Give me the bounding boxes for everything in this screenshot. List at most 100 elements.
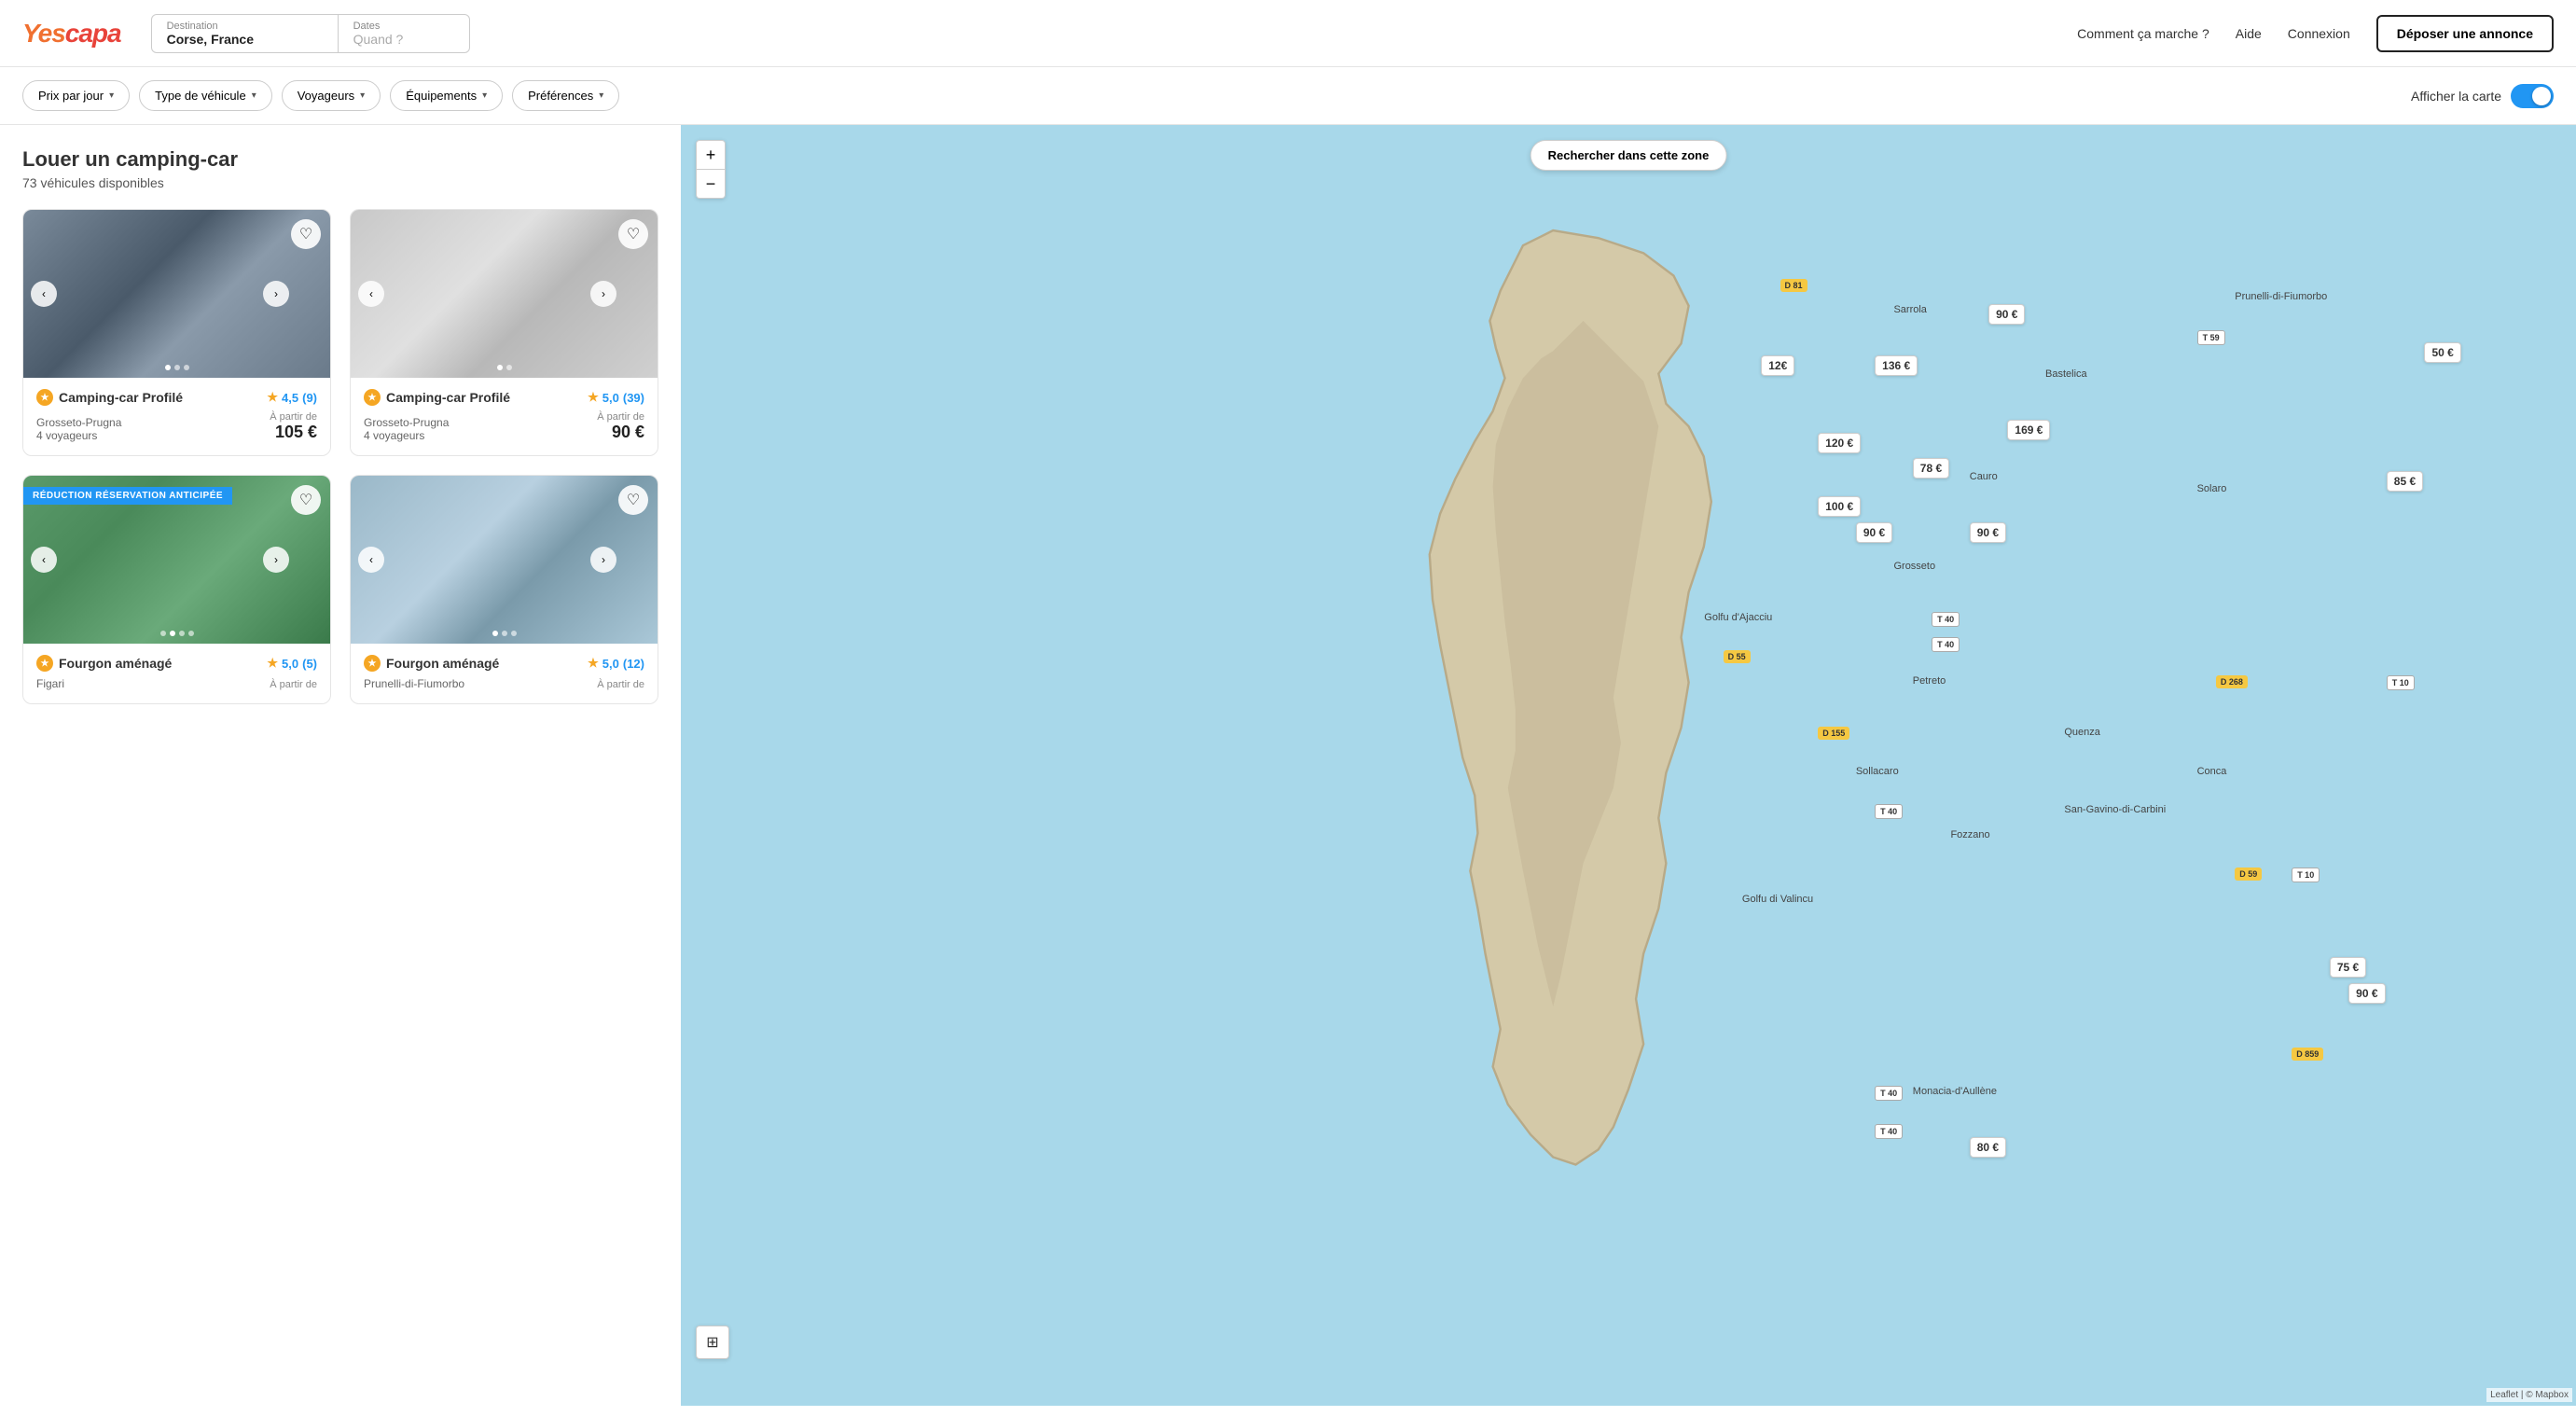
favorite-button[interactable]: ♡ (618, 485, 648, 515)
price-marker[interactable]: 85 € (2387, 471, 2423, 492)
map-area: + − Rechercher dans cette zone 50 € 85 € 9… (681, 125, 2576, 1406)
header: Yescapa Destination Corse, France Dates … (0, 0, 2576, 67)
dates-field[interactable]: Dates Quand ? (339, 15, 469, 52)
map-zoom-controls: + − (696, 140, 726, 199)
image-dot (184, 365, 189, 370)
preferences-filter-button[interactable]: Préférences ▾ (512, 80, 619, 111)
card-location: Prunelli-di-Fiumorbo (364, 677, 464, 690)
card-type: ★ Fourgon aménagé (364, 655, 499, 672)
how-it-works-link[interactable]: Comment ça marche ? (2077, 26, 2209, 41)
promo-badge: RÉDUCTION RÉSERVATION ANTICIPÉE (23, 487, 232, 505)
next-image-button[interactable]: › (263, 281, 289, 307)
next-image-button[interactable]: › (263, 547, 289, 573)
rating-value: 5,0 (282, 657, 298, 671)
price-marker[interactable]: 75 € (2330, 957, 2366, 978)
prev-image-button[interactable]: ‹ (358, 547, 384, 573)
map-toggle-switch[interactable] (2511, 84, 2554, 108)
vehicle-type-filter-button[interactable]: Type de véhicule ▾ (139, 80, 272, 111)
price-marker[interactable]: 78 € (1913, 458, 1949, 479)
help-link[interactable]: Aide (2236, 26, 2262, 41)
verified-icon: ★ (364, 389, 381, 406)
price-block: À partir de (597, 679, 644, 690)
price-marker[interactable]: 90 € (1856, 522, 1892, 543)
post-ad-button[interactable]: Déposer une annonce (2376, 15, 2554, 52)
price-marker[interactable]: 100 € (1818, 496, 1861, 517)
price-marker[interactable]: 120 € (1818, 433, 1861, 453)
price-block: À partir de (270, 679, 317, 690)
map-toggle: Afficher la carte (2411, 84, 2554, 108)
review-count: (39) (623, 391, 644, 405)
destination-value: Corse, France (167, 32, 323, 47)
favorite-button[interactable]: ♡ (618, 219, 648, 249)
price-filter-button[interactable]: Prix par jour ▾ (22, 80, 130, 111)
listing-card[interactable]: ‹ › ♡ ★ Fourgon aménagé ★ 5,0 (12) Prune… (350, 475, 658, 704)
map-layer-button[interactable]: ⊞ (696, 1326, 729, 1359)
card-footer: Figari À partir de (36, 677, 317, 690)
favorite-button[interactable]: ♡ (291, 219, 321, 249)
price-marker[interactable]: 80 € (1970, 1137, 2006, 1158)
prev-image-button[interactable]: ‹ (31, 281, 57, 307)
review-count: (9) (302, 391, 317, 405)
prev-image-button[interactable]: ‹ (31, 547, 57, 573)
price-marker[interactable]: 90 € (1988, 304, 2025, 325)
card-header-row: ★ Fourgon aménagé ★ 5,0 (12) (364, 655, 644, 672)
travelers-filter-button[interactable]: Voyageurs ▾ (282, 80, 381, 111)
zoom-out-button[interactable]: − (697, 170, 725, 198)
header-nav: Comment ça marche ? Aide Connexion Dépos… (2077, 15, 2554, 52)
map-toggle-label: Afficher la carte (2411, 89, 2501, 104)
card-header-row: ★ Fourgon aménagé ★ 5,0 (5) (36, 655, 317, 672)
from-label: À partir de (597, 679, 644, 690)
card-location: Grosseto-Prugna (364, 416, 449, 429)
price-block: À partir de 105 € (270, 411, 317, 442)
card-image: ‹ › ♡ (351, 476, 658, 644)
vehicle-count: 73 véhicules disponibles (22, 175, 658, 190)
rating-badge: ★ 4,5 (9) (267, 390, 317, 405)
card-body: ★ Camping-car Profilé ★ 5,0 (39) Grosset… (351, 378, 658, 455)
price-marker[interactable]: 90 € (1970, 522, 2006, 543)
card-image: ‹ › ♡ (351, 210, 658, 378)
card-footer: Prunelli-di-Fiumorbo À partir de (364, 677, 644, 690)
dates-value: Quand ? (353, 32, 454, 47)
listing-card[interactable]: ‹ › ♡ ★ Camping-car Profilé ★ 4,5 (9) Gr… (22, 209, 331, 456)
vehicle-type: Camping-car Profilé (59, 390, 183, 405)
image-dot (502, 631, 507, 636)
image-dot (506, 365, 512, 370)
listing-card[interactable]: RÉDUCTION RÉSERVATION ANTICIPÉE ‹ › ♡ ★ … (22, 475, 331, 704)
listing-card[interactable]: ‹ › ♡ ★ Camping-car Profilé ★ 5,0 (39) G… (350, 209, 658, 456)
image-dot (188, 631, 194, 636)
image-dot (165, 365, 171, 370)
filter-bar: Prix par jour ▾ Type de véhicule ▾ Voyag… (0, 67, 2576, 125)
star-icon: ★ (267, 656, 278, 671)
logo[interactable]: Yescapa (22, 19, 121, 49)
destination-label: Destination (167, 21, 323, 32)
travelers-count: 4 voyageurs (36, 429, 121, 442)
image-dot (497, 365, 503, 370)
image-dots (497, 365, 512, 370)
next-image-button[interactable]: › (590, 281, 616, 307)
equipment-filter-button[interactable]: Équipements ▾ (390, 80, 503, 111)
price-marker[interactable]: 169 € (2007, 420, 2050, 440)
main-content: Louer un camping-car 73 véhicules dispon… (0, 125, 2576, 1406)
prev-image-button[interactable]: ‹ (358, 281, 384, 307)
price-marker[interactable]: 136 € (1875, 355, 1918, 376)
price-marker[interactable]: 12€ (1761, 355, 1794, 376)
zoom-in-button[interactable]: + (697, 141, 725, 169)
card-footer: Grosseto-Prugna 4 voyageurs À partir de … (36, 411, 317, 442)
destination-field[interactable]: Destination Corse, France (152, 15, 339, 52)
chevron-down-icon: ▾ (252, 90, 256, 101)
price-marker[interactable]: 50 € (2424, 342, 2460, 363)
rating-badge: ★ 5,0 (5) (267, 656, 317, 671)
image-dot (170, 631, 175, 636)
image-dots (492, 631, 517, 636)
chevron-down-icon: ▾ (482, 90, 487, 101)
price-marker[interactable]: 90 € (2348, 983, 2385, 1004)
favorite-button[interactable]: ♡ (291, 485, 321, 515)
next-image-button[interactable]: › (590, 547, 616, 573)
listings-panel: Louer un camping-car 73 véhicules dispon… (0, 125, 681, 1406)
page-title: Louer un camping-car (22, 147, 658, 172)
chevron-down-icon: ▾ (599, 90, 603, 101)
from-label: À partir de (270, 411, 317, 423)
search-zone-button[interactable]: Rechercher dans cette zone (1530, 140, 1727, 171)
rating-value: 4,5 (282, 391, 298, 405)
login-link[interactable]: Connexion (2288, 26, 2350, 41)
